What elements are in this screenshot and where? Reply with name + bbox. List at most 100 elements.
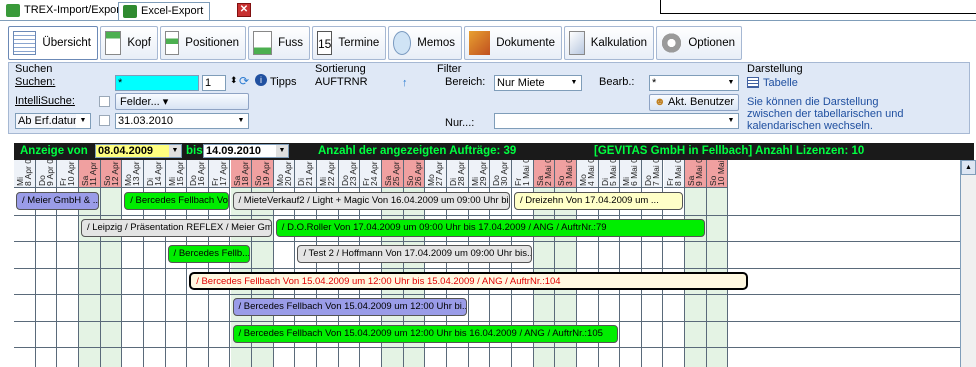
- tab-memos[interactable]: Memos: [388, 26, 462, 60]
- day-header[interactable]: Mi 8 Apr 09: [14, 160, 36, 188]
- felder-button[interactable]: Felder... ▾: [115, 93, 249, 110]
- result-count-value: 1: [205, 77, 212, 89]
- day-header[interactable]: Fr 1 Mai 09: [511, 160, 534, 188]
- spin-arrows-icon[interactable]: ⬍: [230, 75, 238, 86]
- day-header[interactable]: Sa 2 Mai 09: [533, 160, 556, 188]
- calendar-event[interactable]: / Test 2 / Hoffmann Von 17.04.2009 um 09…: [297, 245, 532, 263]
- day-label: So 19 Apr 09: [253, 161, 272, 186]
- scroll-up-icon[interactable]: ▲: [961, 160, 976, 175]
- from-date-input[interactable]: 08.04.2009 ▼: [95, 144, 182, 158]
- filter-panel: Suchen Suchen: * 1 ⬍ ⟳ i Tipps IntelliSu…: [8, 62, 970, 134]
- calendar-event[interactable]: / Bercedes Fellbach Von 15.04.2009 um 12…: [232, 324, 619, 343]
- tab-excel-export[interactable]: Excel-Export: [118, 2, 211, 21]
- chevron-down-icon: ▼: [169, 145, 181, 157]
- search-section-title: Suchen: [15, 63, 53, 75]
- day-header[interactable]: So 10 Mai 09: [706, 160, 729, 188]
- tab-kalkulation[interactable]: Kalkulation: [564, 26, 654, 60]
- result-count-stepper[interactable]: 1: [202, 75, 226, 91]
- table-icon[interactable]: [747, 77, 759, 88]
- day-header[interactable]: So 3 Mai 09: [555, 160, 577, 188]
- overview-icon: [13, 31, 37, 55]
- tab-termine[interactable]: 15 Termine: [312, 26, 386, 60]
- day-header[interactable]: Mi 22 Apr 09: [317, 160, 339, 188]
- calendar-event[interactable]: / Dreizehn Von 17.04.2009 um ...: [513, 192, 684, 210]
- day-header[interactable]: Fr 8 Mai 09: [663, 160, 686, 188]
- day-header[interactable]: Fr 17 Apr 09: [208, 160, 231, 188]
- day-header[interactable]: Di 21 Apr 09: [295, 160, 318, 188]
- day-header[interactable]: So 26 Apr 09: [403, 160, 426, 188]
- search-input[interactable]: *: [115, 75, 199, 91]
- tabelle-link[interactable]: Tabelle: [763, 77, 798, 89]
- day-header[interactable]: Di 5 Mai 09: [598, 160, 621, 188]
- day-header[interactable]: Mi 6 Mai 09: [620, 160, 642, 188]
- refresh-icon[interactable]: ⟳: [239, 74, 249, 88]
- tab-dokumente[interactable]: Dokumente: [464, 26, 562, 60]
- day-header[interactable]: Do 16 Apr 09: [187, 160, 209, 188]
- bis-label: bis: [186, 145, 203, 157]
- tab-label: Kalkulation: [590, 37, 647, 49]
- intellisuche-checkbox[interactable]: [99, 96, 110, 107]
- tab-fuss[interactable]: Fuss: [248, 26, 310, 60]
- day-header[interactable]: Sa 18 Apr 09: [230, 160, 253, 188]
- day-header[interactable]: Do 9 Apr 09: [35, 160, 58, 188]
- day-label: Mo 4 Mai 09: [577, 160, 596, 186]
- day-header[interactable]: Fr 24 Apr 09: [360, 160, 383, 188]
- day-column: [100, 160, 123, 367]
- date-input[interactable]: 31.03.2010 ▼: [115, 113, 249, 129]
- day-header[interactable]: So 19 Apr 09: [252, 160, 274, 188]
- day-header[interactable]: Do 23 Apr 09: [338, 160, 361, 188]
- day-label: So 3 Mai 09: [556, 160, 575, 186]
- day-header[interactable]: Di 28 Apr 09: [447, 160, 469, 188]
- day-header[interactable]: Do 7 Mai 09: [641, 160, 664, 188]
- day-header[interactable]: Sa 9 Mai 09: [685, 160, 707, 188]
- tab-trex-import-export[interactable]: TREX-Import/Export: [2, 2, 129, 20]
- calendar-event[interactable]: / Meier GmbH & ...: [16, 192, 99, 210]
- calendar-event[interactable]: / D.O.Roller Von 17.04.2009 um 09:00 Uhr…: [275, 218, 705, 237]
- day-header[interactable]: Mi 29 Apr 09: [468, 160, 491, 188]
- tab-uebersicht[interactable]: Übersicht: [8, 26, 98, 60]
- day-header[interactable]: Sa 11 Apr 09: [78, 160, 101, 188]
- calendar-event[interactable]: / Bercedes Fellbach Von 15.04.2009 um 12…: [189, 271, 749, 290]
- akt-benutzer-button[interactable]: ☻ Akt. Benutzer: [649, 94, 739, 111]
- tab-label: Kopf: [127, 37, 151, 49]
- tipps-link[interactable]: Tipps: [270, 76, 297, 88]
- chevron-down-icon: ▼: [724, 114, 738, 128]
- close-icon[interactable]: ✕: [237, 3, 251, 17]
- day-label: Do 9 Apr 09: [36, 160, 55, 186]
- bearb-label: Bearb.:: [599, 76, 635, 88]
- tab-bar-divider: [0, 20, 976, 21]
- chevron-down-icon: ▼: [567, 76, 581, 90]
- day-label: Mi 15 Apr 09: [166, 161, 185, 186]
- day-header[interactable]: Fr 10 Apr 09: [57, 160, 79, 188]
- day-header[interactable]: Sa 25 Apr 09: [382, 160, 404, 188]
- nur-select[interactable]: ▼: [494, 113, 739, 129]
- calendar-event[interactable]: / Bercedes Fellbach Vo...: [124, 192, 229, 210]
- info-icon[interactable]: i: [255, 74, 267, 86]
- date-value: 31.03.2010: [118, 115, 174, 127]
- day-header[interactable]: Mo 20 Apr 09: [273, 160, 296, 188]
- day-header[interactable]: Mi 15 Apr 09: [165, 160, 188, 188]
- day-header[interactable]: Mo 27 Apr 09: [425, 160, 447, 188]
- tab-kopf[interactable]: Kopf: [100, 26, 158, 60]
- tab-positionen[interactable]: Positionen: [160, 26, 246, 60]
- date-mode-select[interactable]: Ab Erf.datum ▼: [15, 113, 91, 129]
- day-header[interactable]: So 12 Apr 09: [100, 160, 123, 188]
- day-header[interactable]: Do 30 Apr 09: [490, 160, 512, 188]
- day-header[interactable]: Mo 13 Apr 09: [122, 160, 144, 188]
- calendar-event[interactable]: / Leipzig / Präsentation REFLEX / Meier …: [80, 218, 272, 237]
- vertical-scrollbar[interactable]: ▲: [960, 160, 976, 367]
- calendar-event[interactable]: / Bercedes Fellb...: [167, 245, 251, 263]
- bearb-select[interactable]: * ▼: [649, 75, 739, 91]
- date-checkbox[interactable]: [99, 115, 110, 126]
- to-date-input[interactable]: 14.09.2010 ▼: [203, 144, 289, 158]
- row-divider: [14, 267, 974, 269]
- calendar-event[interactable]: / Bercedes Fellbach Von 15.04.2009 um 12…: [232, 298, 467, 316]
- sort-value: AUFTRNR: [315, 76, 368, 88]
- footer-icon: [253, 31, 273, 55]
- bereich-select[interactable]: Nur Miete ▼: [494, 75, 582, 91]
- tab-optionen[interactable]: Optionen: [656, 26, 742, 60]
- day-header[interactable]: Di 14 Apr 09: [143, 160, 166, 188]
- day-header[interactable]: Mo 4 Mai 09: [576, 160, 599, 188]
- calendar-event[interactable]: / MieteVerkauf2 / Light + Magic Von 16.0…: [232, 192, 510, 210]
- sort-direction-icon[interactable]: ↑: [402, 77, 408, 89]
